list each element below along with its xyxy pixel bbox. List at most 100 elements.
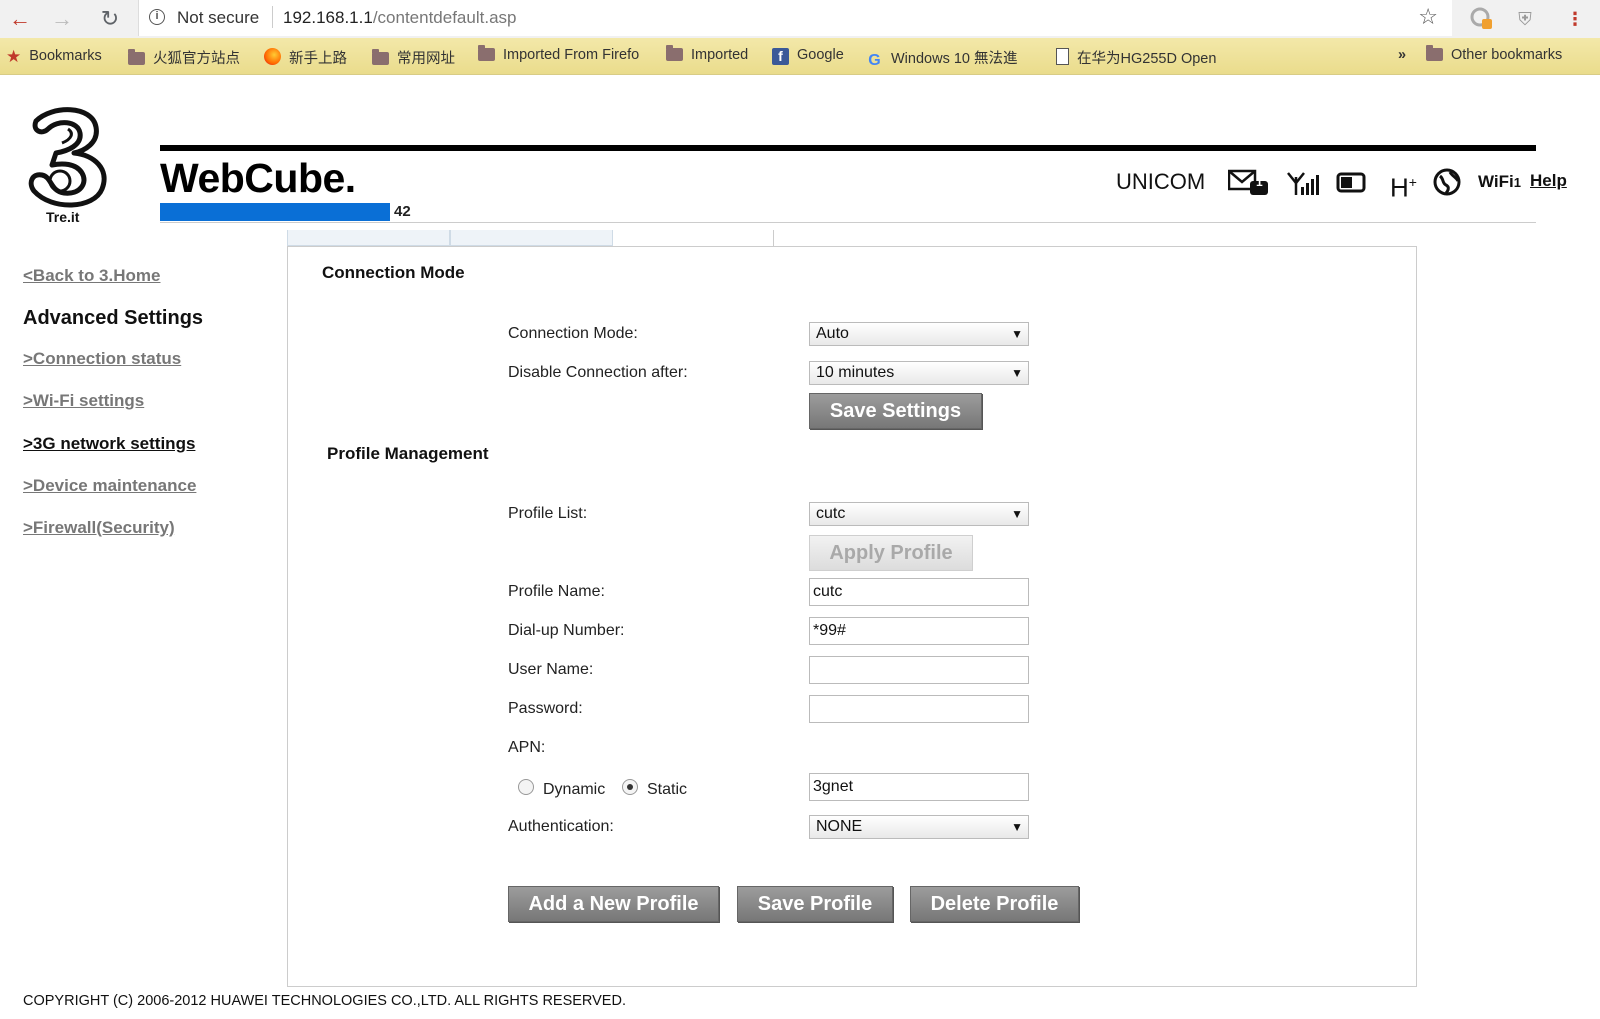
save-settings-button[interactable]: Save Settings: [809, 393, 982, 429]
shield-extension-icon[interactable]: ⛨: [1512, 6, 1538, 32]
menu-kebab-icon[interactable]: ⋮: [1562, 6, 1588, 32]
sidebar-item-firewall[interactable]: >Firewall(Security): [23, 518, 175, 538]
select-value: Auto: [816, 325, 849, 342]
signal-bars-icon: [1286, 167, 1320, 197]
apn-label: APN:: [508, 739, 546, 756]
dropdown-arrow-icon: ▼: [1011, 327, 1023, 341]
profile-list-label: Profile List:: [508, 505, 588, 522]
info-icon[interactable]: i: [149, 9, 165, 25]
google-icon: G: [868, 52, 881, 69]
sidebar-item-connection-status[interactable]: >Connection status: [23, 349, 181, 369]
sidebar-item-wifi-settings[interactable]: >Wi-Fi settings: [23, 391, 144, 411]
sidebar-heading: Advanced Settings: [23, 307, 204, 329]
omnibox-separator: [272, 6, 273, 28]
profile-management-title: Profile Management: [327, 444, 489, 463]
bookmark-label: 在华为HG255D Open: [1077, 51, 1217, 67]
connection-mode-title: Connection Mode: [322, 263, 465, 282]
url-host: 192.168.1.1: [283, 8, 373, 27]
bookmarks-overflow-button[interactable]: »: [1398, 47, 1406, 63]
delete-profile-button[interactable]: Delete Profile: [910, 886, 1079, 922]
signal-strength-value: 42: [394, 203, 411, 220]
extension-ring-icon: [1470, 7, 1492, 29]
select-value: 10 minutes: [816, 364, 895, 381]
network-type-label: H: [1390, 172, 1409, 203]
bookmark-label: Other bookmarks: [1451, 47, 1563, 63]
facebook-icon: f: [772, 48, 789, 65]
bookmark-item[interactable]: 在华为HG255D Open: [1056, 47, 1216, 68]
select-value: cutc: [816, 505, 846, 522]
sms-envelope-icon[interactable]: 1: [1227, 167, 1270, 197]
document-icon: [1056, 48, 1069, 65]
globe-internet-icon: [1432, 167, 1462, 197]
bookmark-label: 火狐官方站点: [153, 51, 240, 67]
bookmark-item[interactable]: Imported From Firefo: [478, 45, 640, 63]
back-arrow-icon[interactable]: ←: [6, 5, 34, 33]
bookmark-label: 新手上路: [289, 51, 347, 67]
profile-name-input[interactable]: cutc: [809, 578, 1029, 606]
connection-mode-label: Connection Mode:: [508, 325, 638, 342]
dialup-number-input[interactable]: *99#: [809, 617, 1029, 645]
folder-icon: [478, 45, 495, 61]
sidebar-item-3g-network-settings[interactable]: >3G network settings: [23, 434, 195, 454]
product-title: WebCube.: [160, 155, 356, 201]
forward-arrow-icon[interactable]: →: [48, 5, 76, 33]
connection-mode-select[interactable]: Auto ▼: [809, 322, 1029, 346]
bookmark-label: Imported From Firefo: [503, 47, 640, 63]
authentication-select[interactable]: NONE ▼: [809, 815, 1029, 839]
sms-count: 1: [1256, 175, 1263, 189]
username-input[interactable]: [809, 656, 1029, 684]
apn-static-radio[interactable]: [622, 779, 638, 795]
apn-input[interactable]: 3gnet: [809, 773, 1029, 801]
dropdown-arrow-icon: ▼: [1011, 507, 1023, 521]
three-logo-mark-icon: [28, 107, 107, 208]
password-label: Password:: [508, 700, 583, 717]
logo-caption: Tre.it: [46, 209, 80, 225]
save-profile-button[interactable]: Save Profile: [737, 886, 893, 922]
sim-card-icon: [1336, 167, 1366, 197]
bookmark-item[interactable]: 常用网址: [372, 47, 455, 68]
bookmark-star-icon[interactable]: ☆: [1418, 4, 1438, 30]
url-text[interactable]: 192.168.1.1/contentdefault.asp: [283, 8, 516, 28]
header-rule: [160, 145, 1536, 151]
apn-dynamic-radio[interactable]: [518, 779, 534, 795]
apply-profile-button[interactable]: Apply Profile: [809, 535, 973, 571]
extension-icon[interactable]: [1468, 6, 1494, 32]
back-to-home-link[interactable]: <Back to 3.Home: [23, 266, 160, 286]
dropdown-arrow-icon: ▼: [1011, 366, 1023, 380]
bookmark-item[interactable]: 火狐官方站点: [128, 47, 240, 68]
bookmark-item[interactable]: ★ Bookmarks: [6, 47, 102, 67]
apn-static-label: Static: [647, 781, 688, 798]
other-bookmarks[interactable]: Other bookmarks: [1426, 45, 1563, 63]
bookmark-item[interactable]: Imported: [666, 45, 749, 63]
bookmark-label: 常用网址: [397, 51, 455, 67]
dialup-number-label: Dial-up Number:: [508, 622, 625, 639]
tab-ghost: [450, 230, 613, 246]
bookmark-label: Imported: [691, 47, 749, 63]
authentication-label: Authentication:: [508, 818, 614, 835]
browser-toolbar: ← → ↻ i Not secure 192.168.1.1/contentde…: [0, 0, 1600, 38]
reload-icon[interactable]: ↻: [96, 5, 124, 33]
star-icon: ★: [6, 47, 22, 66]
address-bar[interactable]: i Not secure 192.168.1.1/contentdefault.…: [138, 0, 1452, 36]
bookmark-item[interactable]: f Google: [772, 47, 844, 65]
copyright-footer: COPYRIGHT (C) 2006-2012 HUAWEI TECHNOLOG…: [23, 993, 626, 1009]
password-input[interactable]: [809, 695, 1029, 723]
wifi-client-count: 1: [1513, 175, 1521, 190]
bookmark-item[interactable]: 新手上路: [264, 47, 347, 68]
wifi-label: WiFi: [1478, 172, 1514, 191]
folder-icon: [372, 49, 389, 65]
bookmark-item[interactable]: G Windows 10 無法進: [866, 47, 1018, 69]
disable-connection-select[interactable]: 10 minutes ▼: [809, 361, 1029, 385]
wifi-status-icon: WiFi1: [1478, 167, 1521, 197]
help-link[interactable]: Help: [1530, 171, 1567, 191]
folder-icon: [128, 49, 145, 65]
signal-strength-bar: [160, 203, 390, 221]
add-new-profile-button[interactable]: Add a New Profile: [508, 886, 719, 922]
bookmarks-bar: ★ Bookmarks 火狐官方站点 新手上路 常用网址 Imported Fro…: [0, 38, 1600, 75]
dropdown-arrow-icon: ▼: [1011, 820, 1023, 834]
sidebar-item-device-maintenance[interactable]: >Device maintenance: [23, 476, 196, 496]
profile-list-select[interactable]: cutc ▼: [809, 502, 1029, 526]
security-label: Not secure: [177, 8, 260, 27]
bookmark-label: Google: [797, 47, 844, 63]
bookmark-label: Windows 10 無法進: [891, 51, 1018, 67]
